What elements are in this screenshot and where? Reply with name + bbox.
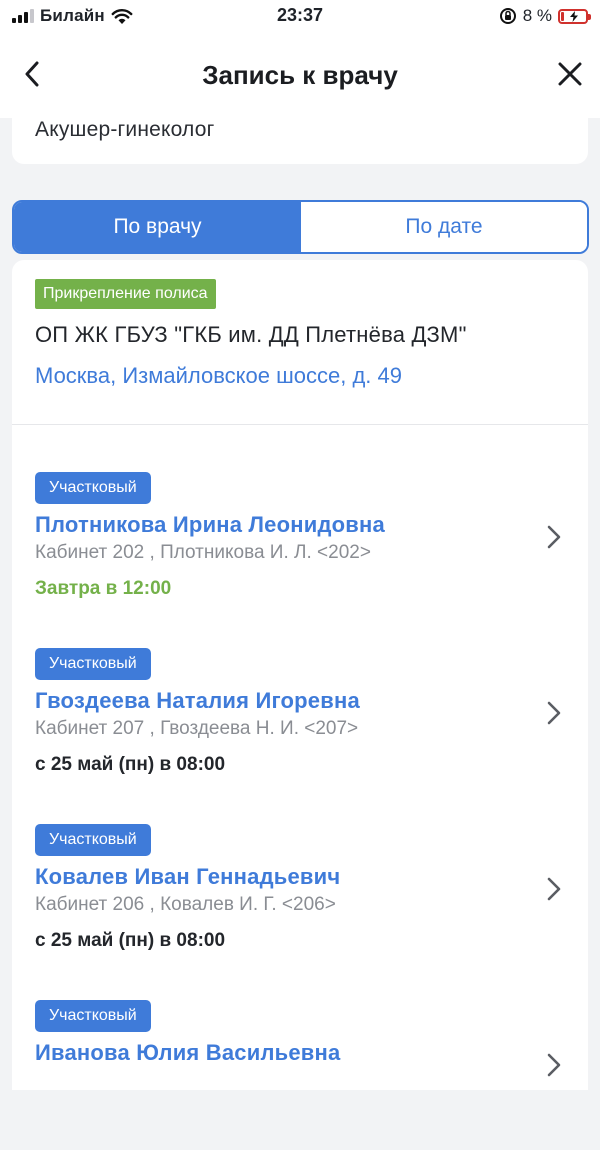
back-button[interactable]	[14, 56, 50, 92]
carrier-name: Билайн	[40, 6, 105, 25]
policy-badge: Прикрепление полиса	[35, 279, 216, 309]
clinic-address-link[interactable]: Москва, Измайловское шоссе, д. 49	[35, 363, 402, 389]
chevron-right-icon	[542, 874, 566, 904]
view-mode-segmented-control: По врачу По дате	[12, 200, 589, 254]
doctor-next-slot: с 25 май (пн) в 08:00	[35, 930, 226, 951]
nav-header: Запись к врачу	[0, 34, 600, 118]
chevron-left-icon	[25, 61, 39, 87]
doctor-list-item[interactable]: Участковый Плотникова Ирина Леонидовна К…	[12, 472, 588, 622]
doctor-list-item[interactable]: Участковый Ковалев Иван Геннадьевич Каби…	[12, 824, 588, 974]
district-badge: Участковый	[35, 648, 151, 680]
rotation-lock-icon	[499, 8, 516, 24]
chevron-right-icon	[542, 522, 566, 552]
doctor-next-slot: Завтра в 12:00	[35, 578, 172, 599]
doctors-card: Прикрепление полиса ОП ЖК ГБУЗ "ГКБ им. …	[12, 260, 588, 1090]
district-badge: Участковый	[35, 1000, 151, 1032]
doctor-name: Плотникова Ирина Леонидовна	[35, 512, 385, 537]
doctor-name: Ковалев Иван Геннадьевич	[35, 864, 341, 889]
doctor-name: Гвоздеева Наталия Игоревна	[35, 688, 360, 713]
doctor-list-item[interactable]: Участковый Иванова Юлия Васильевна	[12, 1000, 588, 1150]
clinic-name: ОП ЖК ГБУЗ "ГКБ им. ДД Плетнёва ДЗМ"	[35, 322, 467, 347]
wifi-icon	[111, 8, 133, 24]
close-icon	[558, 62, 582, 86]
district-badge: Участковый	[35, 824, 151, 856]
specialty-name: Акушер-гинеколог	[35, 118, 215, 141]
chevron-right-icon	[542, 1050, 566, 1080]
battery-icon	[558, 8, 591, 24]
specialty-card: Акушер-гинеколог	[12, 112, 588, 164]
doctor-room: Кабинет 207 , Гвоздеева Н. И. <207>	[35, 718, 359, 739]
policy-section: Прикрепление полиса ОП ЖК ГБУЗ "ГКБ им. …	[12, 260, 588, 425]
page-title: Запись к врачу	[202, 60, 398, 90]
status-left: Билайн	[12, 4, 133, 28]
doctor-list-item[interactable]: Участковый Гвоздеева Наталия Игоревна Ка…	[12, 648, 588, 798]
close-button[interactable]	[552, 56, 588, 92]
chevron-right-icon	[542, 698, 566, 728]
status-right: 8 %	[499, 4, 591, 28]
cellular-signal-icon	[12, 9, 34, 23]
doctor-name: Иванова Юлия Васильевна	[35, 1040, 341, 1065]
battery-percent: 8 %	[522, 6, 552, 25]
tab-by-doctor[interactable]: По врачу	[14, 202, 301, 252]
district-badge: Участковый	[35, 472, 151, 504]
status-bar: Билайн 23:37 8 %	[0, 0, 600, 34]
doctor-room: Кабинет 206 , Ковалев И. Г. <206>	[35, 894, 336, 915]
doctor-next-slot: с 25 май (пн) в 08:00	[35, 754, 226, 775]
tab-by-date[interactable]: По дате	[301, 202, 587, 252]
doctor-room: Кабинет 202 , Плотникова И. Л. <202>	[35, 542, 371, 563]
